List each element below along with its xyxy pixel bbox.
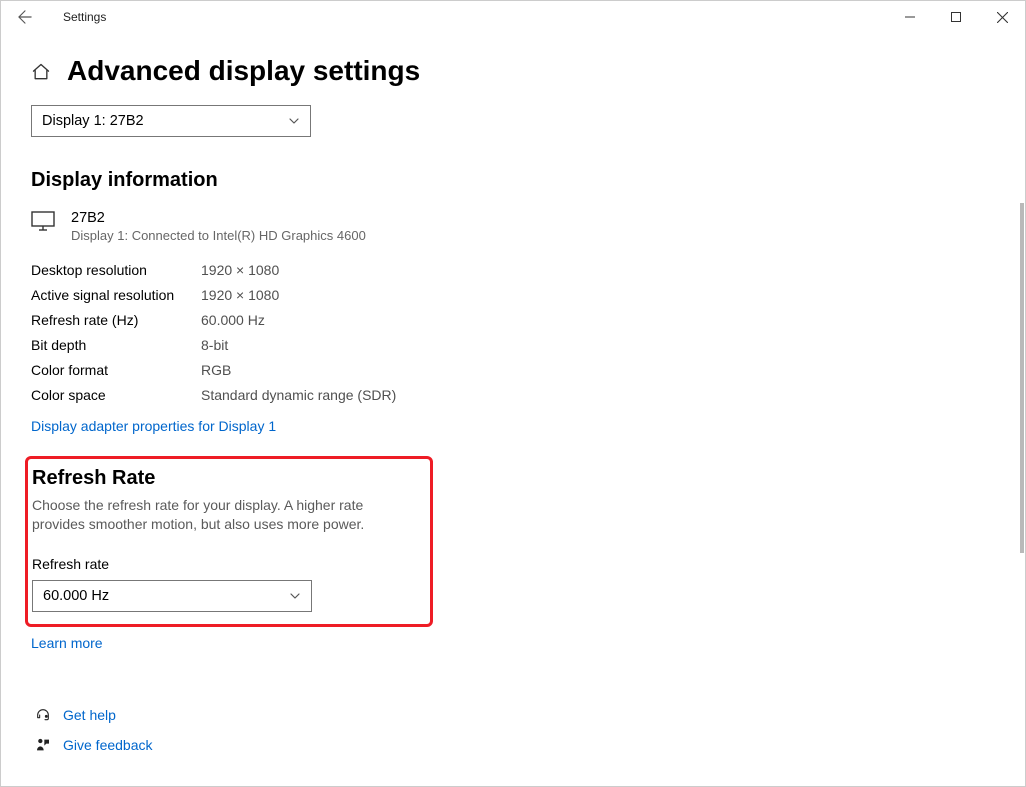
refresh-rate-selector[interactable]: 60.000 Hz	[32, 580, 312, 612]
value: 1920 × 1080	[201, 287, 279, 303]
value: 8-bit	[201, 337, 228, 353]
display-selector[interactable]: Display 1: 27B2	[31, 105, 311, 137]
get-help-link[interactable]: Get help	[31, 707, 1025, 723]
row-color-format: Color format RGB	[31, 357, 1025, 382]
close-button[interactable]	[979, 1, 1025, 33]
value: Standard dynamic range (SDR)	[201, 387, 396, 403]
give-feedback-text: Give feedback	[63, 737, 153, 753]
monitor-icon	[31, 210, 59, 231]
page-title: Advanced display settings	[67, 55, 420, 87]
label: Refresh rate (Hz)	[31, 312, 201, 328]
monitor-row: 27B2 Display 1: Connected to Intel(R) HD…	[31, 210, 1025, 243]
monitor-connection: Display 1: Connected to Intel(R) HD Grap…	[71, 228, 366, 243]
display-adapter-properties-link[interactable]: Display adapter properties for Display 1	[31, 418, 276, 434]
window-controls	[887, 1, 1025, 33]
row-color-space: Color space Standard dynamic range (SDR)	[31, 382, 1025, 407]
value: 1920 × 1080	[201, 262, 279, 278]
label: Active signal resolution	[31, 287, 201, 303]
display-selector-value: Display 1: 27B2	[42, 113, 144, 129]
home-icon[interactable]	[31, 60, 51, 82]
chevron-down-icon	[288, 115, 300, 127]
feedback-icon	[31, 737, 55, 753]
label: Bit depth	[31, 337, 201, 353]
settings-window: Settings Advanced display settings Displ…	[0, 0, 1026, 787]
display-info-table: Desktop resolution 1920 × 1080 Active si…	[31, 257, 1025, 438]
back-button[interactable]	[9, 1, 41, 33]
page-header: Advanced display settings	[31, 55, 1025, 87]
monitor-name: 27B2	[71, 210, 366, 226]
minimize-icon	[905, 12, 915, 22]
value: RGB	[201, 362, 231, 378]
back-arrow-icon	[18, 10, 32, 24]
label: Desktop resolution	[31, 262, 201, 278]
value: 60.000 Hz	[201, 312, 265, 328]
maximize-button[interactable]	[933, 1, 979, 33]
row-desktop-resolution: Desktop resolution 1920 × 1080	[31, 257, 1025, 282]
maximize-icon	[951, 12, 961, 22]
learn-more-link[interactable]: Learn more	[31, 635, 103, 651]
display-info-heading: Display information	[31, 169, 1025, 192]
refresh-rate-heading: Refresh Rate	[32, 467, 420, 490]
row-active-signal-resolution: Active signal resolution 1920 × 1080	[31, 282, 1025, 307]
label: Color space	[31, 387, 201, 403]
row-refresh-rate-hz: Refresh rate (Hz) 60.000 Hz	[31, 307, 1025, 332]
headset-icon	[31, 707, 55, 723]
give-feedback-link[interactable]: Give feedback	[31, 737, 1025, 753]
refresh-rate-selector-value: 60.000 Hz	[43, 588, 109, 604]
refresh-rate-highlight: Refresh Rate Choose the refresh rate for…	[25, 456, 433, 627]
titlebar: Settings	[1, 1, 1025, 33]
content-area: Advanced display settings Display 1: 27B…	[1, 33, 1025, 786]
row-bit-depth: Bit depth 8-bit	[31, 332, 1025, 357]
refresh-rate-label: Refresh rate	[32, 556, 420, 572]
get-help-text: Get help	[63, 707, 116, 723]
close-icon	[997, 12, 1008, 23]
label: Color format	[31, 362, 201, 378]
chevron-down-icon	[289, 590, 301, 602]
refresh-rate-description: Choose the refresh rate for your display…	[32, 496, 420, 534]
footer-links: Get help Give feedback	[31, 707, 1025, 753]
window-title: Settings	[63, 10, 106, 24]
minimize-button[interactable]	[887, 1, 933, 33]
vertical-scrollbar[interactable]	[1020, 203, 1024, 553]
